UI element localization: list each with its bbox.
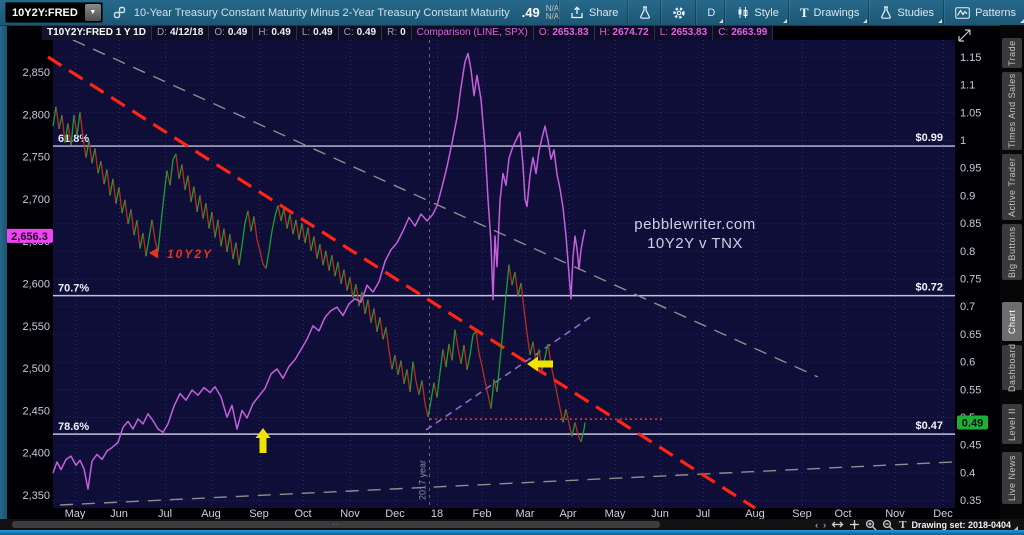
fib-price-label: $0.99 (915, 132, 943, 144)
right-axis-tick: 1.05 (960, 107, 981, 119)
last-value: .49 (521, 5, 540, 20)
comparison-ohlc-field: C: 2663.99 (713, 25, 774, 40)
studies-button[interactable]: Studies (869, 0, 944, 25)
right-axis-tick: 0.8 (960, 246, 975, 258)
sidebar-tab-active-trader[interactable]: Active Trader (1002, 154, 1022, 220)
chart-link-icon[interactable] (113, 6, 126, 19)
right-axis-tick: 0.7 (960, 301, 975, 313)
left-axis-tick: 2,550 (22, 321, 50, 333)
comparison-ohlc-field: H: 2674.72 (594, 25, 655, 40)
right-axis-tick: 0.85 (960, 218, 981, 230)
symbol-dropdown-button[interactable]: ▼ (84, 4, 101, 21)
fib-price-label: $0.47 (915, 420, 943, 432)
chart-plot-area[interactable] (53, 40, 955, 508)
settings-button[interactable] (661, 0, 696, 25)
share-icon (571, 6, 583, 19)
left-axis-tick: 2,400 (22, 448, 50, 460)
left-axis-tick: 2,850 (22, 67, 50, 79)
time-scrollbar-thumb[interactable]: ·· (12, 521, 660, 529)
share-button[interactable]: Share (559, 0, 628, 25)
right-axis-tick: 0.95 (960, 163, 981, 175)
window-left-edge (0, 25, 7, 530)
gear-icon (673, 6, 686, 19)
series-label-10y2y: 10Y2Y (167, 247, 213, 261)
style-button[interactable]: Style (725, 0, 788, 25)
left-axis-tick: 2,350 (22, 490, 50, 502)
chart-status-bar: T10Y2Y:FRED 1 Y 1D D: 4/12/18 O: 0.49 H: 0.49 L… (42, 25, 774, 40)
scroll-right-icon[interactable]: › (823, 520, 826, 530)
right-axis-tick: 0.65 (960, 329, 981, 341)
window-bottom-edge (0, 530, 1024, 535)
t10y2y-price-badge-text: 0.49 (962, 418, 983, 430)
chart-title-segment: T10Y2Y:FRED 1 Y 1D (42, 25, 152, 40)
left-axis-tick: 2,700 (22, 194, 50, 206)
right-axis-tick: 0.35 (960, 495, 981, 507)
right-axis-tick: 0.45 (960, 440, 981, 452)
zoom-in-icon[interactable] (865, 519, 877, 531)
ohlc-field: H: 0.49 (253, 25, 297, 40)
studies-flask-icon (881, 6, 892, 19)
comparison-label-segment: Comparison (LINE, SPX) (411, 25, 534, 40)
left-axis-tick: 2,450 (22, 405, 50, 417)
fib-price-label: $0.72 (915, 282, 943, 294)
right-axis-tick: 0.6 (960, 357, 975, 369)
sidebar-tab-live-news[interactable]: Live News (1002, 452, 1022, 504)
fib-percent-label: 61.8% (58, 133, 89, 145)
axis-expand-icon[interactable] (958, 29, 971, 42)
ohlc-field: C: 0.49 (338, 25, 383, 40)
right-axis-tick: 0.55 (960, 384, 981, 396)
left-axis-tick: 2,750 (22, 152, 50, 164)
zoom-out-icon[interactable] (882, 519, 894, 531)
watermark-line2: 10Y2Y v TNX (647, 235, 743, 252)
app-window: { "toolbar": { "symbol": "10Y2Y:FRED", "… (0, 0, 1024, 535)
left-axis-tick: 2,800 (22, 109, 50, 121)
ohlc-field: O: 0.49 (209, 25, 254, 40)
analysis-tools-button[interactable] (628, 0, 661, 25)
sidebar-tab-trade[interactable]: Trade (1002, 38, 1022, 68)
right-axis-tick: 1 (960, 135, 966, 147)
right-axis-tick: 0.4 (960, 467, 975, 479)
symbol-selector[interactable]: 10Y2Y:FRED ▼ (5, 2, 103, 23)
horizontal-expand-icon[interactable] (831, 520, 844, 529)
text-note-icon[interactable]: T (899, 519, 906, 531)
year-divider-label: 2017 year (418, 460, 428, 500)
pan-icon[interactable] (849, 519, 860, 530)
spx-price-badge-text: 2,656.3 (11, 231, 48, 243)
change-values: N/A N/A (545, 3, 560, 21)
sidebar-tab-chart[interactable]: Chart (1002, 302, 1022, 341)
candlestick-icon (738, 7, 748, 18)
sidebar-tab-times-and-sales[interactable]: Times And Sales (1002, 72, 1022, 150)
left-axis-tick: 2,500 (22, 363, 50, 375)
comparison-ohlc-field: L: 2653.83 (654, 25, 714, 40)
patterns-button[interactable]: Patterns (944, 0, 1024, 25)
right-axis-tick: 0.75 (960, 274, 981, 286)
fib-percent-label: 70.7% (58, 283, 89, 295)
wave-pattern-icon (955, 6, 970, 19)
sidebar-tab-big-buttons[interactable]: Big Buttons (1002, 224, 1022, 280)
symbol-description: 10-Year Treasury Constant Maturity Minus… (133, 6, 510, 19)
right-axis-tick: 1.15 (960, 52, 981, 64)
ohlc-field: L: 0.49 (296, 25, 339, 40)
right-axis-tick: 1.1 (960, 80, 975, 92)
drawing-set-selector[interactable]: Drawing set: 2018-0404 (911, 520, 1018, 530)
sidebar-tab-level-ii[interactable]: Level II (1002, 404, 1022, 444)
flask-icon (640, 6, 651, 19)
timeframe-button[interactable]: D (696, 0, 725, 25)
fib-percent-label: 78.6% (58, 421, 89, 433)
ohlc-field: R: 0 (382, 25, 412, 40)
drawings-button[interactable]: T Drawings (788, 0, 870, 25)
left-axis-tick: 2,600 (22, 279, 50, 291)
bottom-bar: ·· ‹ › T Drawing set: 2018-0404 (0, 519, 1024, 531)
watermark-line1: pebblewriter.com (634, 216, 755, 233)
comparison-ohlc-field: O: 2653.83 (533, 25, 595, 40)
ohlc-field: D: 4/12/18 (151, 25, 210, 40)
chart-canvas[interactable]: 2017 year 61.8% $0.99 70.7% $0.72 78.6% $0.47 p… (0, 0, 1024, 535)
right-sidebar: Trade Times And Sales Active Trader Big But… (1000, 25, 1024, 530)
symbol-text: 10Y2Y:FRED (12, 6, 78, 19)
text-tool-icon: T (799, 4, 809, 20)
right-axis-tick: 0.9 (960, 190, 975, 202)
top-toolbar: 10Y2Y:FRED ▼ 10-Year Treasury Constant M… (0, 0, 1024, 26)
scroll-left-icon[interactable]: ‹ (815, 520, 818, 530)
sidebar-tab-dashboard[interactable]: Dashboard (1002, 343, 1022, 392)
